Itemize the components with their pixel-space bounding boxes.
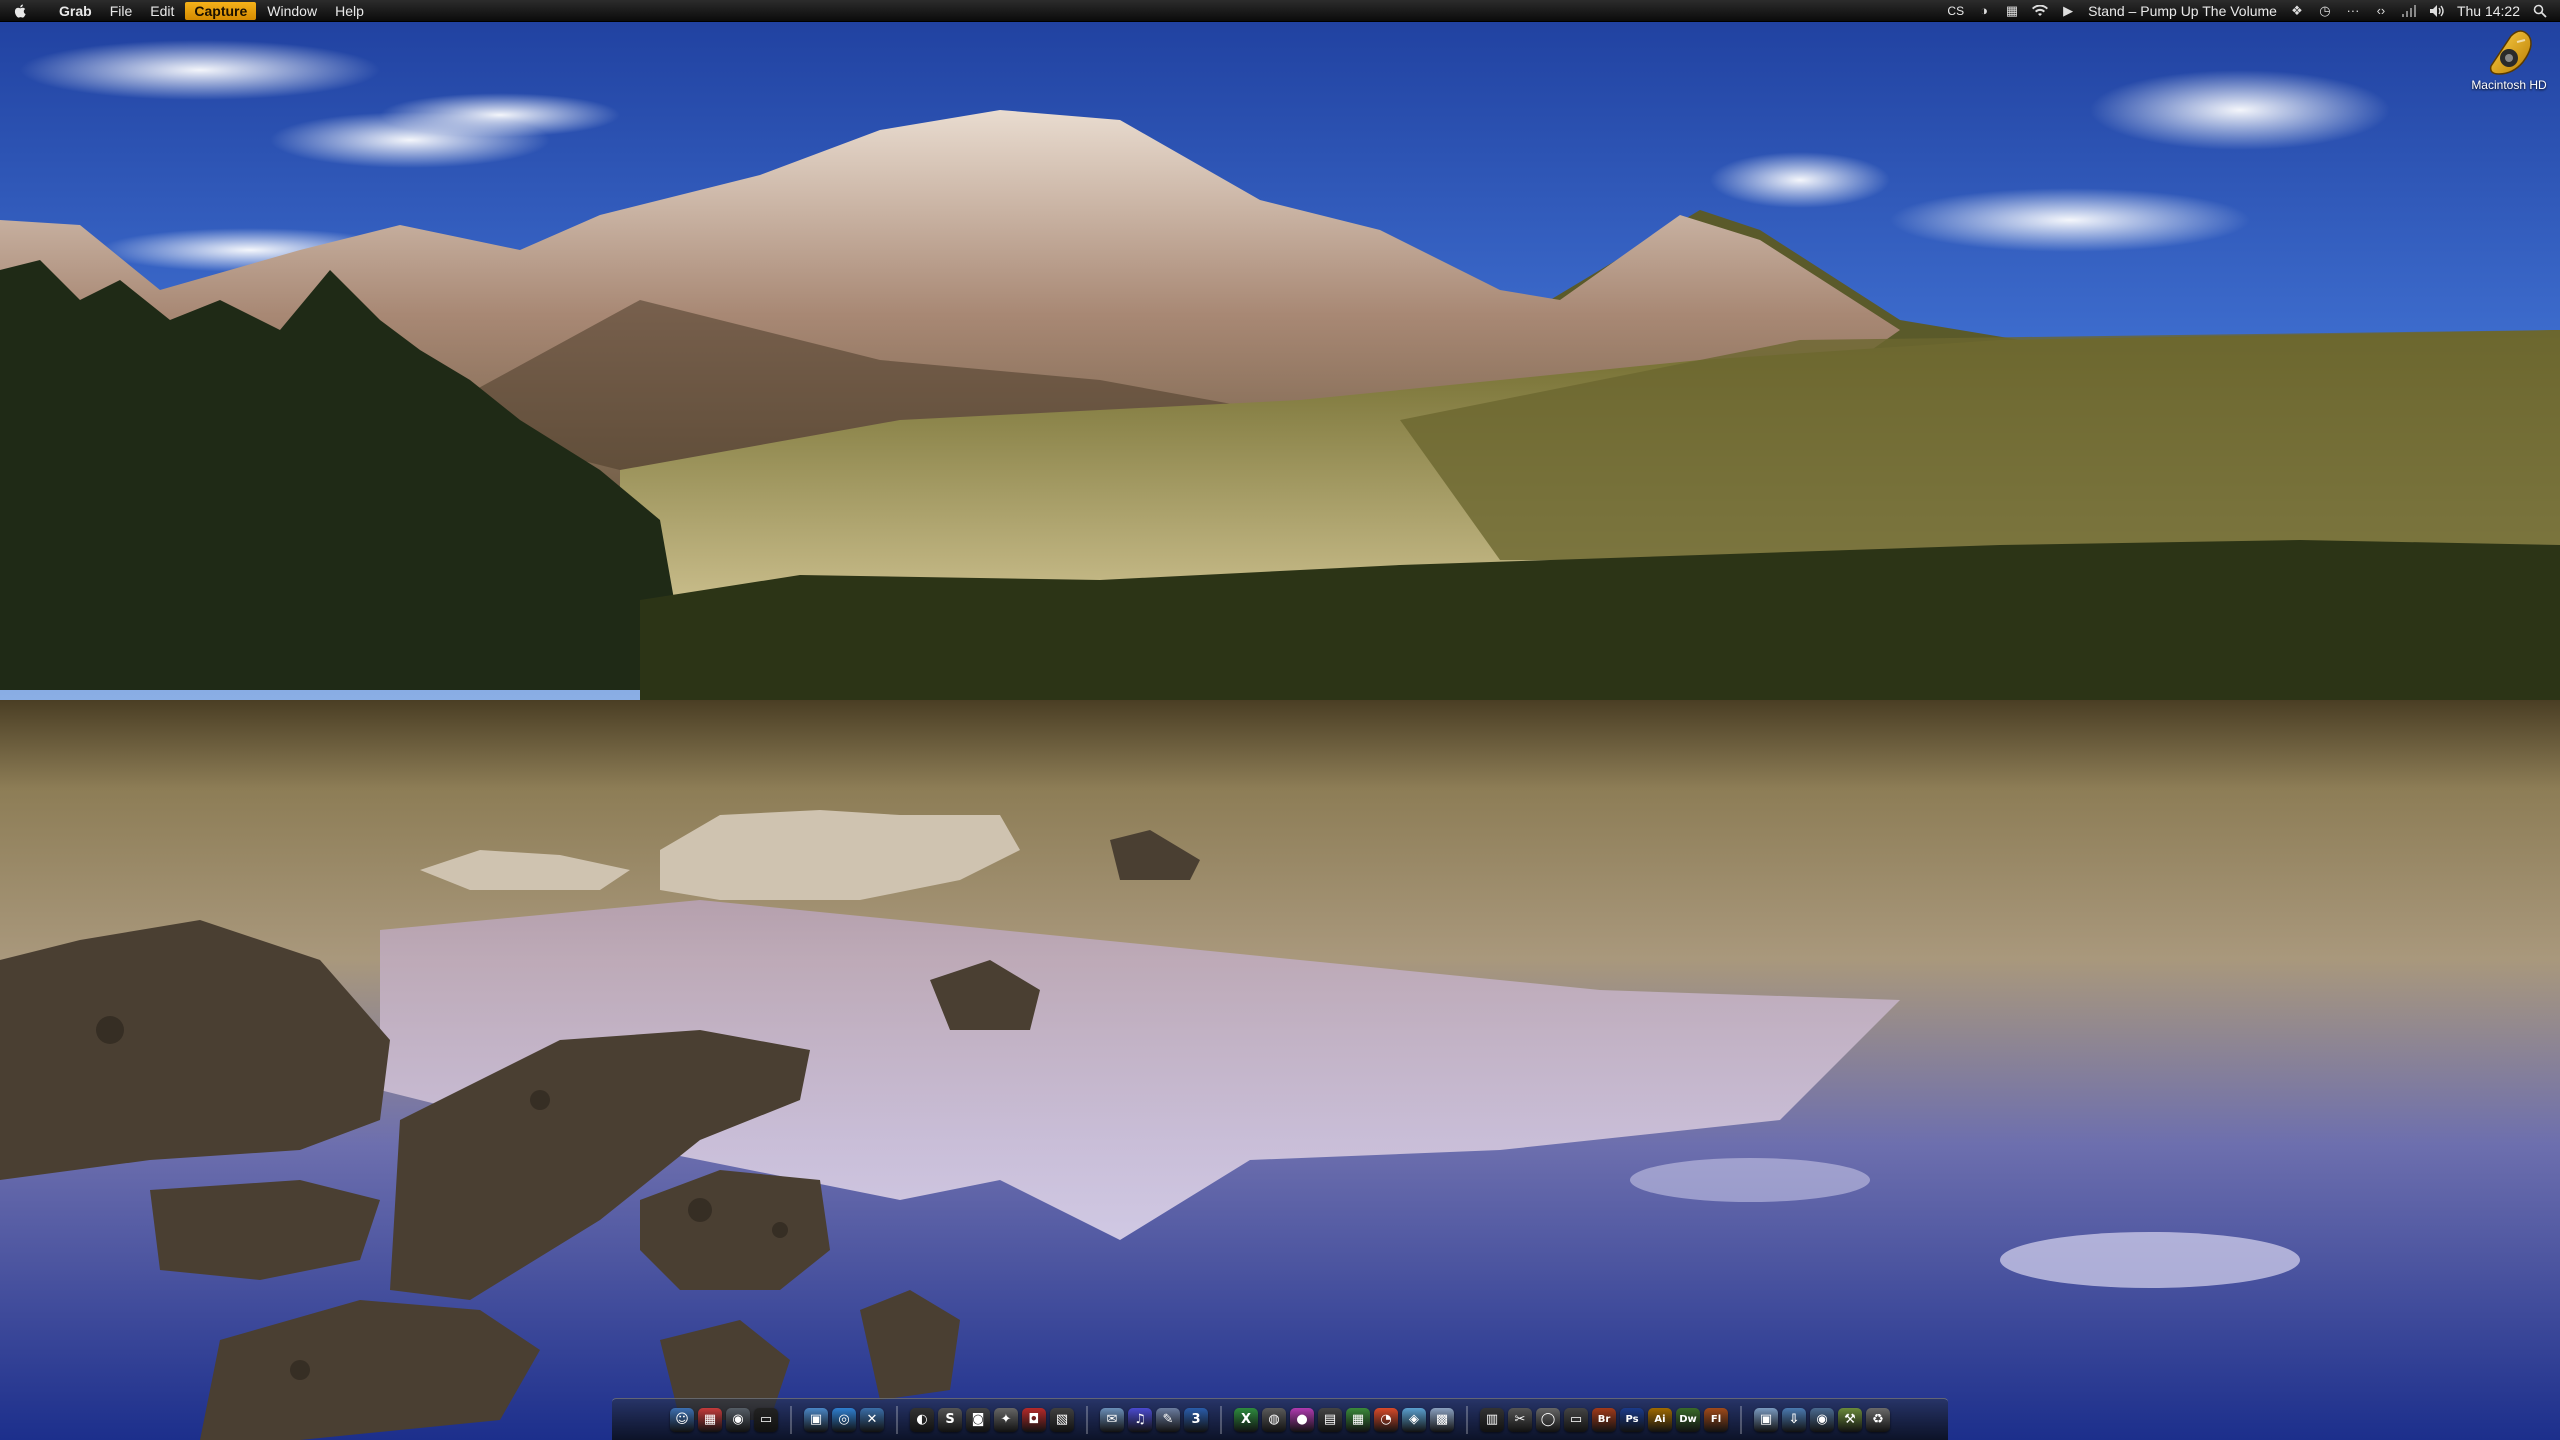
iphoto-icon[interactable]: ▧: [1050, 1407, 1074, 1432]
now-playing[interactable]: Stand – Pump Up The Volume: [2088, 0, 2277, 22]
file-icon[interactable]: ▥: [1480, 1407, 1504, 1432]
app-menu[interactable]: Grab: [50, 0, 101, 22]
dock-separator: [1220, 1405, 1222, 1434]
dreamweaver-icon[interactable]: Dw: [1676, 1407, 1700, 1432]
istat-icon[interactable]: ●: [1290, 1407, 1314, 1432]
wifi-icon[interactable]: [2032, 3, 2049, 19]
cs-status[interactable]: CS: [1947, 0, 1964, 22]
utilities-icon[interactable]: ⚒: [1838, 1407, 1862, 1432]
calendar-icon[interactable]: ▦: [698, 1407, 722, 1432]
edit-menu[interactable]: Edit: [141, 0, 183, 22]
file-menu[interactable]: File: [101, 0, 142, 22]
finder-icon[interactable]: ☺: [670, 1407, 694, 1432]
itunes-icon[interactable]: ♫: [1128, 1407, 1152, 1432]
signal-icon[interactable]: [2401, 3, 2417, 19]
quicksilver-icon[interactable]: ◐: [910, 1407, 934, 1432]
trash-icon[interactable]: ♻: [1866, 1407, 1890, 1432]
photoshop-icon[interactable]: Ps: [1620, 1407, 1644, 1432]
dropbox-icon[interactable]: ❖: [2289, 3, 2305, 19]
preview-icon[interactable]: ▣: [804, 1407, 828, 1432]
more-icon[interactable]: ···: [2345, 3, 2361, 19]
terminal-icon[interactable]: ▭: [754, 1407, 778, 1432]
capture-menu[interactable]: Capture: [185, 1, 257, 20]
help-menu[interactable]: Help: [326, 0, 373, 22]
desktop-icon-macintosh-hd[interactable]: Macintosh HD: [2464, 28, 2554, 92]
desktop-wallpaper: [0, 0, 2560, 1440]
mail-icon[interactable]: ✉: [1100, 1407, 1124, 1432]
menu-clock[interactable]: Thu 14:22: [2457, 0, 2520, 22]
dock-separator: [1466, 1405, 1468, 1434]
illustrator-icon[interactable]: Ai: [1648, 1407, 1672, 1432]
monitor-icon[interactable]: ▭: [1564, 1407, 1588, 1432]
excel-icon[interactable]: X: [1234, 1407, 1258, 1432]
spotlight-icon[interactable]: [2532, 3, 2548, 19]
flash-icon[interactable]: Fl: [1704, 1407, 1728, 1432]
network-icon[interactable]: ◉: [726, 1407, 750, 1432]
xcode-icon[interactable]: ✕: [860, 1407, 884, 1432]
volume-icon[interactable]: [2429, 3, 2445, 19]
grid-icon[interactable]: ▦: [1346, 1407, 1370, 1432]
desktop-icon-label: Macintosh HD: [2471, 78, 2547, 92]
disk-utility-icon[interactable]: ◯: [1536, 1407, 1560, 1432]
hard-drive-icon: [2481, 28, 2537, 76]
dock-separator: [1086, 1405, 1088, 1434]
spaces-icon[interactable]: ▦: [2004, 3, 2020, 19]
dock-separator: [790, 1405, 792, 1434]
preferences-icon[interactable]: ▩: [1430, 1407, 1454, 1432]
clock-icon[interactable]: ◷: [2317, 3, 2333, 19]
safari-icon[interactable]: ◎: [832, 1407, 856, 1432]
camera-icon[interactable]: ◙: [966, 1407, 990, 1432]
app-store-icon[interactable]: ✎: [1156, 1407, 1180, 1432]
dock-separator: [896, 1405, 898, 1434]
film-icon[interactable]: ▤: [1318, 1407, 1342, 1432]
dock: ☺ ▦ ◉ ▭ ▣ ◎ ✕ ◐ S ◙ ✦ ◘ ▧ ✉ ♫ ✎ 3 X ◍ ● ▤ ▦ ◔ ◈ ▩ ▥ ✂ ◯ ▭ Br Ps Ai Dw Fl ▣…: [612, 1398, 1948, 1440]
colors-icon[interactable]: ◈: [1402, 1407, 1426, 1432]
code-icon[interactable]: ‹›: [2373, 3, 2389, 19]
dashboard-icon[interactable]: ◍: [1262, 1407, 1286, 1432]
window-menu[interactable]: Window: [258, 0, 326, 22]
automator-icon[interactable]: ✦: [994, 1407, 1018, 1432]
skype-icon[interactable]: S: [938, 1407, 962, 1432]
numbers-icon[interactable]: 3: [1184, 1407, 1208, 1432]
downloads-icon[interactable]: ⇩: [1782, 1407, 1806, 1432]
dock-separator: [1740, 1405, 1742, 1434]
photo-booth-icon[interactable]: ◘: [1022, 1407, 1046, 1432]
apple-menu-icon[interactable]: [14, 0, 28, 22]
bridge-icon[interactable]: Br: [1592, 1407, 1616, 1432]
documents-stack-icon[interactable]: ▣: [1754, 1407, 1778, 1432]
applications-icon[interactable]: ◉: [1810, 1407, 1834, 1432]
tools-icon[interactable]: ✂: [1508, 1407, 1532, 1432]
chrome-icon[interactable]: ◔: [1374, 1407, 1398, 1432]
menu-bar: Grab File Edit Capture Window Help CS ◑ …: [0, 0, 2560, 22]
time-machine-icon[interactable]: ◑: [1976, 3, 1992, 19]
play-icon[interactable]: ▶: [2060, 3, 2076, 19]
